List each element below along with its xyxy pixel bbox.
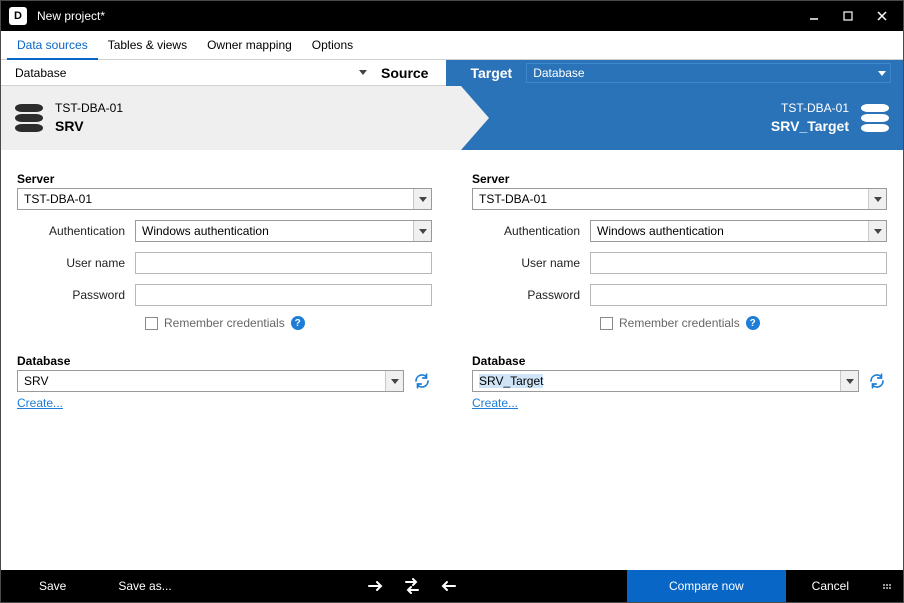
prev-arrow-icon[interactable] [430,570,466,602]
target-password-input[interactable] [590,284,887,306]
database-label: Database [472,354,887,368]
target-server-combo[interactable]: TST-DBA-01 [472,188,887,210]
target-server-label: TST-DBA-01 [771,101,849,117]
tab-data-sources[interactable]: Data sources [7,31,98,60]
source-remember-checkbox[interactable] [145,317,158,330]
target-create-link[interactable]: Create... [472,396,518,410]
auth-label: Authentication [17,224,135,238]
source-username-input[interactable] [135,252,432,274]
chevron-down-icon [359,70,367,75]
source-type-dropdown[interactable]: Database [13,62,371,84]
target-username-input[interactable] [590,252,887,274]
remember-label: Remember credentials [164,316,285,330]
type-selector-row: Database Source Target Database [1,60,903,86]
chevron-down-icon[interactable] [868,189,886,209]
maximize-button[interactable] [831,1,865,31]
compare-button[interactable]: Compare now [627,570,786,602]
remember-label: Remember credentials [619,316,740,330]
target-database-label: SRV_Target [771,117,849,135]
refresh-icon[interactable] [412,371,432,391]
database-icon [15,104,43,132]
source-heading: Source [371,60,446,86]
chevron-down-icon[interactable] [413,221,431,241]
target-type-dropdown[interactable]: Database [526,63,891,83]
password-label: Password [17,288,135,302]
target-type-value: Database [533,66,584,80]
source-create-link[interactable]: Create... [17,396,63,410]
server-label: Server [472,172,887,186]
titlebar: D New project* [1,1,903,31]
target-column: Server TST-DBA-01 Authentication Windows… [472,172,887,560]
refresh-icon[interactable] [867,371,887,391]
database-label: Database [17,354,432,368]
source-target-banner: TST-DBA-01 SRV TST-DBA-01 SRV_Target [1,86,903,150]
target-database-combo[interactable]: SRV_Target [472,370,859,392]
close-button[interactable] [865,1,899,31]
help-icon[interactable]: ? [746,316,760,330]
chevron-down-icon[interactable] [385,371,403,391]
auth-label: Authentication [472,224,590,238]
source-database-combo[interactable]: SRV [17,370,404,392]
username-label: User name [17,256,135,270]
resize-grip-icon[interactable] [883,584,891,589]
target-auth-combo[interactable]: Windows authentication [590,220,887,242]
cancel-button[interactable]: Cancel [786,570,875,602]
next-arrow-icon[interactable] [358,570,394,602]
minimize-button[interactable] [797,1,831,31]
target-remember-checkbox[interactable] [600,317,613,330]
target-heading: Target [446,60,526,86]
source-column: Server TST-DBA-01 Authentication Windows… [17,172,432,560]
source-database-value: SRV [18,374,385,388]
source-type-value: Database [15,66,66,80]
source-server-combo[interactable]: TST-DBA-01 [17,188,432,210]
footer-bar: Save Save as... Compare now Cancel [1,570,903,602]
swap-icon[interactable] [394,570,430,602]
source-server-label: TST-DBA-01 [55,101,123,117]
tab-options[interactable]: Options [302,31,363,59]
tab-tables-views[interactable]: Tables & views [98,31,197,59]
target-server-value: TST-DBA-01 [473,192,868,206]
source-auth-value: Windows authentication [136,224,413,238]
source-server-value: TST-DBA-01 [18,192,413,206]
chevron-down-icon[interactable] [868,221,886,241]
source-password-input[interactable] [135,284,432,306]
source-database-label: SRV [55,117,123,135]
chevron-down-icon [878,71,886,76]
chevron-down-icon[interactable] [840,371,858,391]
main-panel: Server TST-DBA-01 Authentication Windows… [1,150,903,570]
server-label: Server [17,172,432,186]
source-auth-combo[interactable]: Windows authentication [135,220,432,242]
tab-bar: Data sources Tables & views Owner mappin… [1,31,903,60]
help-icon[interactable]: ? [291,316,305,330]
save-as-button[interactable]: Save as... [92,570,197,602]
password-label: Password [472,288,590,302]
window-title: New project* [37,9,797,23]
app-icon: D [9,7,27,25]
chevron-down-icon[interactable] [413,189,431,209]
target-database-value: SRV_Target [473,374,840,388]
target-auth-value: Windows authentication [591,224,868,238]
username-label: User name [472,256,590,270]
database-icon [861,104,889,132]
tab-owner-mapping[interactable]: Owner mapping [197,31,302,59]
save-button[interactable]: Save [13,570,92,602]
